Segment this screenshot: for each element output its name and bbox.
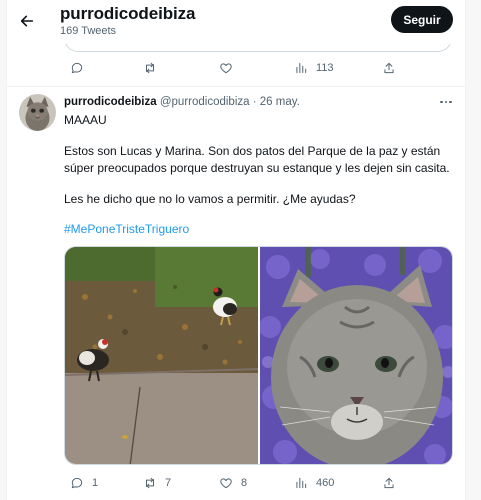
ducks-photo-image — [65, 247, 258, 464]
bar-chart-icon — [296, 477, 307, 489]
avatar[interactable] — [19, 94, 56, 131]
tweet-media — [64, 246, 453, 465]
tweet-text-line: Les he dicho que no lo vamos a permitir.… — [64, 192, 356, 206]
reply-count: 1 — [92, 477, 99, 489]
retweet-arrows-icon — [146, 62, 154, 74]
tweet-text-line: MAAAU — [64, 113, 107, 127]
share-button[interactable] — [382, 58, 396, 78]
views-count: 113 — [316, 62, 334, 74]
like-count: 8 — [241, 477, 248, 489]
tweet-header: purrodicodeibiza @purrodicodibiza · 26 m… — [64, 96, 300, 108]
follow-button[interactable]: Seguir — [391, 6, 453, 33]
speech-bubble-icon — [71, 62, 83, 74]
heart-icon — [220, 63, 232, 74]
cat-avatar-image — [19, 94, 56, 131]
back-button[interactable] — [17, 11, 37, 31]
tweet-count: 169 Tweets — [60, 25, 117, 37]
previous-tweet-actions: 113 — [64, 58, 452, 78]
retweet-button[interactable] — [143, 58, 157, 78]
ellipsis-icon — [440, 100, 452, 104]
author-name[interactable]: purrodicodeibiza — [64, 96, 157, 108]
like-button[interactable]: 8 — [219, 473, 247, 493]
like-button[interactable] — [219, 58, 233, 78]
hashtag-link[interactable]: #MePoneTristeTriguero — [64, 221, 189, 238]
share-button[interactable] — [382, 473, 396, 493]
kitten-photo[interactable] — [260, 247, 452, 464]
views-link[interactable]: 460 — [294, 473, 334, 493]
profile-name: purrodicodeibiza — [60, 4, 196, 23]
retweet-arrows-icon — [146, 477, 154, 489]
share-upload-icon — [384, 62, 394, 74]
reply-button[interactable] — [70, 58, 84, 78]
tweet-text-line: súper preocupados porque destruyan su es… — [64, 161, 450, 175]
tweet-divider — [7, 86, 465, 87]
retweet-button[interactable]: 7 — [143, 473, 171, 493]
tweet-actions: 1 7 8 460 — [64, 473, 452, 493]
speech-bubble-icon — [71, 477, 83, 489]
retweet-count: 7 — [165, 477, 172, 489]
bar-chart-icon — [296, 62, 307, 74]
timeline-column: purrodicodeibiza 169 Tweets Seguir 113 p… — [6, 0, 466, 500]
views-count: 460 — [316, 477, 335, 489]
tweet-text-line: Estos son Lucas y Marina. Son dos patos … — [64, 144, 441, 158]
header-separator: · — [249, 96, 260, 108]
share-upload-icon — [384, 477, 394, 489]
tweet-date[interactable]: 26 may. — [260, 96, 300, 108]
arrow-left-icon — [20, 15, 34, 27]
author-handle[interactable]: @purrodicodibiza — [160, 96, 250, 108]
profile-header: purrodicodeibiza 169 Tweets Seguir — [7, 0, 465, 44]
more-options-button[interactable] — [438, 96, 454, 108]
kitten-photo-image — [260, 247, 452, 464]
heart-icon — [220, 478, 232, 489]
views-link[interactable]: 113 — [294, 58, 334, 78]
reply-button[interactable]: 1 — [70, 473, 98, 493]
ducks-photo[interactable] — [65, 247, 258, 464]
